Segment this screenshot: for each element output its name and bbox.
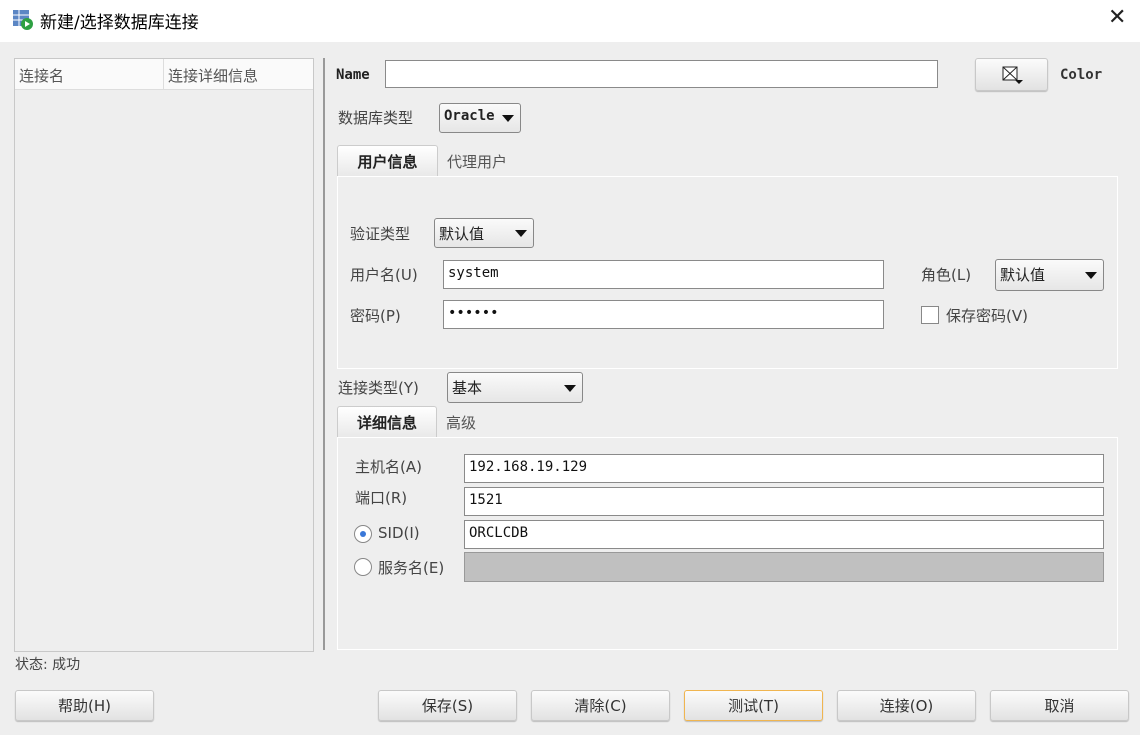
conn-type-select[interactable]: 基本 [447, 372, 583, 403]
cancel-button[interactable]: 取消 [990, 690, 1129, 721]
color-label: Color [1060, 67, 1103, 83]
port-input[interactable]: 1521 [464, 487, 1104, 516]
host-input[interactable]: 192.168.19.129 [464, 454, 1104, 483]
conn-type-value: 基本 [452, 379, 483, 397]
username-label: 用户名(U) [350, 266, 418, 284]
tab-user-info[interactable]: 用户信息 [337, 145, 438, 177]
db-type-select[interactable]: Oracle [439, 103, 521, 133]
clear-button[interactable]: 清除(C) [531, 690, 670, 721]
name-label: Name [336, 67, 370, 83]
database-connect-icon [13, 10, 33, 30]
tab-details[interactable]: 详细信息 [337, 406, 437, 438]
save-password-label: 保存密码(V) [946, 307, 1028, 325]
help-button[interactable]: 帮助(H) [15, 690, 154, 721]
status-text: 状态: 成功 [15, 657, 81, 673]
auth-type-label: 验证类型 [350, 225, 411, 243]
service-name-input [464, 552, 1104, 582]
conn-type-label: 连接类型(Y) [338, 379, 419, 397]
chevron-down-icon [515, 230, 527, 237]
close-icon[interactable]: ✕ [1108, 5, 1126, 30]
service-name-radio[interactable] [354, 558, 372, 576]
sid-radio[interactable] [354, 525, 372, 543]
auth-type-select[interactable]: 默认值 [434, 218, 534, 248]
host-label: 主机名(A) [355, 458, 422, 476]
title-bar: 新建/选择数据库连接 ✕ [0, 0, 1140, 42]
column-divider [163, 59, 164, 90]
connect-button[interactable]: 连接(O) [837, 690, 976, 721]
service-name-label: 服务名(E) [378, 559, 445, 577]
chevron-down-icon [1085, 272, 1097, 279]
color-swatch-icon [1002, 66, 1023, 84]
password-label: 密码(P) [350, 307, 401, 325]
connections-table[interactable]: 连接名 连接详细信息 [14, 58, 314, 652]
port-label: 端口(R) [355, 489, 408, 507]
column-header-details[interactable]: 连接详细信息 [168, 65, 258, 86]
password-input[interactable]: •••••• [443, 300, 884, 329]
name-input[interactable] [385, 60, 938, 88]
role-label: 角色(L) [921, 266, 972, 284]
sid-label: SID(I) [378, 524, 420, 542]
auth-type-value: 默认值 [439, 225, 485, 243]
test-button[interactable]: 测试(T) [684, 690, 823, 721]
splitter[interactable] [323, 58, 325, 650]
role-select[interactable]: 默认值 [995, 259, 1104, 291]
save-password-checkbox[interactable] [921, 306, 939, 324]
chevron-down-icon [502, 115, 514, 122]
sid-input[interactable]: ORCLCDB [464, 520, 1104, 549]
tab-proxy-user[interactable]: 代理用户 [447, 151, 507, 172]
window-title: 新建/选择数据库连接 [40, 13, 199, 33]
table-header: 连接名 连接详细信息 [15, 59, 313, 90]
tab-advanced[interactable]: 高级 [446, 412, 476, 433]
column-header-name[interactable]: 连接名 [19, 65, 64, 86]
save-button[interactable]: 保存(S) [378, 690, 517, 721]
db-type-value: Oracle [444, 108, 495, 124]
username-input[interactable]: system [443, 260, 884, 289]
db-type-label: 数据库类型 [338, 109, 414, 127]
chevron-down-icon [564, 384, 576, 392]
color-picker-button[interactable] [975, 58, 1048, 91]
role-value: 默认值 [1000, 266, 1046, 284]
